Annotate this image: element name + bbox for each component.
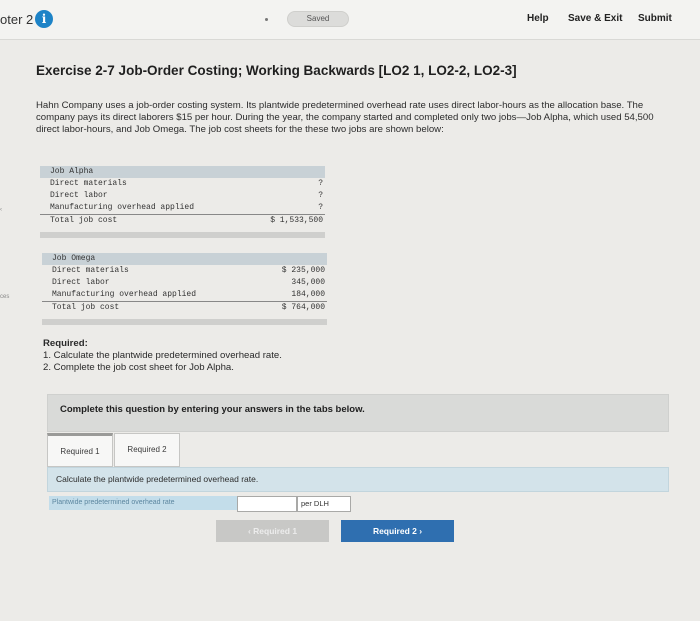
job-sheet-value: $ 235,000 xyxy=(281,266,325,275)
save-exit-button[interactable]: Save & Exit xyxy=(568,13,622,24)
job-sheet-label: Total job cost xyxy=(50,216,118,225)
required-heading: Required: xyxy=(43,338,88,349)
job-sheet-value: $ 764,000 xyxy=(281,303,325,312)
overhead-rate-input[interactable] xyxy=(237,496,297,512)
job-sheet-label: Direct labor xyxy=(52,278,110,287)
tab-instruction: Calculate the plantwide predetermined ov… xyxy=(47,467,669,492)
job-sheet-label: Job Alpha xyxy=(50,167,94,176)
job-sheet-label: Direct labor xyxy=(50,191,108,200)
job-sheet-label: Total job cost xyxy=(52,303,120,312)
job-sheet-row: Manufacturing overhead applied 184,000 xyxy=(42,289,327,301)
top-bar: oter 2 i Saved Help Save & Exit Submit xyxy=(0,0,700,40)
left-edge-fragment: ‹ xyxy=(0,207,2,213)
required-section: Required: 1. Calculate the plantwide pre… xyxy=(43,338,282,374)
submit-button[interactable]: Submit xyxy=(638,13,672,24)
job-sheet-value: 345,000 xyxy=(291,278,325,287)
job-sheet-footer-bar xyxy=(40,232,325,238)
separator-dot xyxy=(265,18,268,21)
job-omega-cost-sheet: Job Omega Direct materials $ 235,000 Dir… xyxy=(42,253,327,325)
job-sheet-total-row: Total job cost $ 764,000 xyxy=(42,301,327,313)
exercise-intro: Hahn Company uses a job-order costing sy… xyxy=(36,100,654,135)
help-button[interactable]: Help xyxy=(527,13,549,24)
next-required-button[interactable]: Required 2 › xyxy=(341,520,454,542)
job-sheet-row: Direct labor ? xyxy=(40,190,325,202)
answer-label: Plantwide predetermined overhead rate xyxy=(49,496,237,510)
job-sheet-label: Direct materials xyxy=(50,179,127,188)
job-sheet-row: Direct materials ? xyxy=(40,178,325,190)
job-sheet-total-row: Total job cost $ 1,533,500 xyxy=(40,214,325,226)
job-sheet-row: Job Omega xyxy=(42,253,327,265)
job-sheet-value: 184,000 xyxy=(291,290,325,299)
unit-label: per DLH xyxy=(297,496,351,512)
job-sheet-value: ? xyxy=(318,203,323,212)
job-sheet-value: ? xyxy=(318,191,323,200)
required-item: 2. Complete the job cost sheet for Job A… xyxy=(43,362,234,373)
job-sheet-value: $ 1,533,500 xyxy=(270,216,323,225)
job-sheet-row: Direct labor 345,000 xyxy=(42,277,327,289)
required-item: 1. Calculate the plantwide predetermined… xyxy=(43,350,282,361)
job-sheet-label: Direct materials xyxy=(52,266,129,275)
instructions-banner: Complete this question by entering your … xyxy=(47,394,669,432)
chapter-label: oter 2 xyxy=(0,12,34,27)
job-sheet-label: Manufacturing overhead applied xyxy=(50,203,195,212)
job-sheet-footer-bar xyxy=(42,319,327,325)
info-icon[interactable]: i xyxy=(35,10,53,28)
job-sheet-row: Job Alpha xyxy=(40,166,325,178)
job-sheet-label: Job Omega xyxy=(52,254,96,263)
saved-status-badge: Saved xyxy=(287,11,349,27)
left-edge-fragment: ces xyxy=(0,294,10,300)
exercise-title: Exercise 2-7 Job-Order Costing; Working … xyxy=(36,63,517,78)
job-sheet-label: Manufacturing overhead applied xyxy=(52,290,197,299)
job-alpha-cost-sheet: Job Alpha Direct materials ? Direct labo… xyxy=(40,166,325,238)
tab-required-1[interactable]: Required 1 xyxy=(47,433,113,467)
job-sheet-row: Manufacturing overhead applied ? xyxy=(40,202,325,214)
prev-required-button[interactable]: ‹ Required 1 xyxy=(216,520,329,542)
job-sheet-value: ? xyxy=(318,179,323,188)
tab-required-2[interactable]: Required 2 xyxy=(114,433,180,467)
job-sheet-row: Direct materials $ 235,000 xyxy=(42,265,327,277)
